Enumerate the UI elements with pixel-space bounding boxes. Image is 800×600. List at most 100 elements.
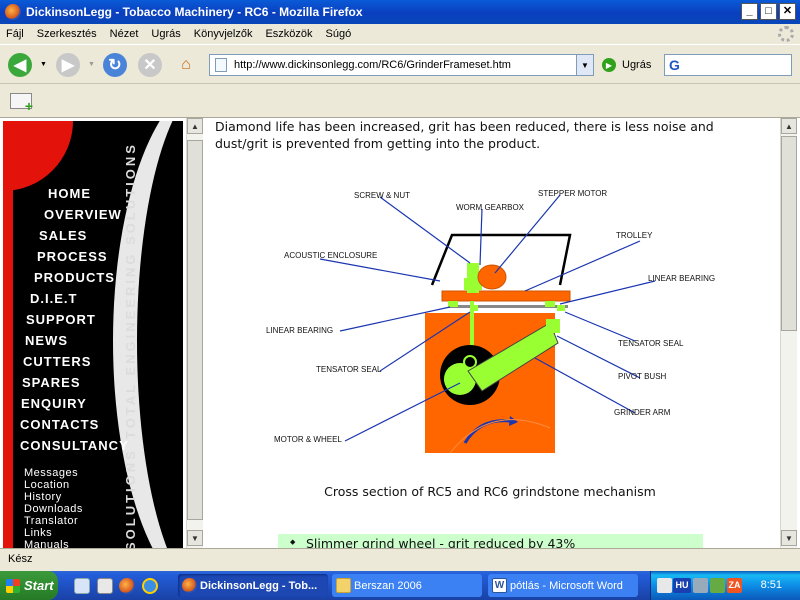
start-button[interactable]: Start (0, 571, 58, 600)
scroll-thumb[interactable] (187, 140, 203, 520)
show-desktop-icon[interactable] (74, 578, 90, 594)
page-icon (215, 58, 227, 72)
nav-downloads[interactable]: Downloads (24, 503, 83, 515)
bullet-item: Slimmer grind wheel - grit reduced by 43… (278, 534, 703, 548)
lang-label: HU (675, 580, 689, 590)
firefox-icon (5, 4, 21, 20)
menu-bookmarks[interactable]: Könyvjelzők (194, 28, 253, 40)
diagram-svg (319, 194, 656, 454)
nav-diet[interactable]: D.I.E.T (30, 288, 139, 309)
left-nav-frame: DL TOTAL ENGINEERING SOLUTIONS SOLUTIONS… (3, 121, 183, 548)
go-icon: ▶ (602, 58, 616, 72)
label-linear-bearing-right: LINEAR BEARING (648, 274, 716, 283)
label-grinder-arm: GRINDER ARM (614, 408, 671, 417)
left-frame-scrollbar[interactable]: ▲ ▼ (186, 118, 203, 548)
main-content-frame: Diamond life has been increased, grit ha… (205, 118, 780, 548)
back-button[interactable]: ◀ (8, 53, 32, 77)
address-bar[interactable]: http://www.dickinsonlegg.com/RC6/Grinder… (209, 54, 594, 76)
scroll-down-icon[interactable]: ▼ (187, 530, 203, 546)
nav-support[interactable]: SUPPORT (26, 309, 135, 330)
task-label: Berszan 2006 (354, 579, 422, 592)
menu-go[interactable]: Ugrás (151, 28, 180, 40)
window-title: DickinsonLegg - Tobacco Machinery - RC6 … (26, 5, 363, 19)
home-button[interactable]: ⌂ (174, 53, 198, 77)
language-indicator[interactable]: HU (673, 578, 691, 593)
url-dropdown-icon[interactable]: ▼ (576, 55, 593, 75)
forward-button[interactable]: ▶ (56, 53, 80, 77)
label-trolley: TROLLEY (616, 231, 653, 240)
label-acoustic-enclosure: ACOUSTIC ENCLOSURE (284, 251, 378, 260)
stop-button[interactable]: ✕ (138, 53, 162, 77)
search-input[interactable]: G (664, 54, 792, 76)
scroll-up-icon[interactable]: ▲ (187, 118, 203, 134)
nav-enquiry[interactable]: ENQUIRY (21, 393, 130, 414)
folder-icon (336, 578, 351, 593)
main-frame-scrollbar[interactable]: ▲ ▼ (780, 118, 797, 548)
nav-spares[interactable]: SPARES (22, 372, 131, 393)
title-bar: DickinsonLegg - Tobacco Machinery - RC6 … (0, 0, 800, 24)
go-button[interactable]: ▶ Ugrás (602, 58, 651, 72)
nav-messages[interactable]: Messages (24, 467, 83, 479)
home-icon: ⌂ (181, 56, 191, 73)
close-button[interactable]: ✕ (779, 3, 796, 20)
label-tensator-seal-right: TENSATOR SEAL (618, 339, 684, 348)
nav-manuals[interactable]: Manuals (24, 539, 83, 548)
start-label: Start (24, 578, 54, 593)
scroll-up-icon[interactable]: ▲ (781, 118, 797, 134)
task-berszan-folder[interactable]: Berszan 2006 (332, 574, 482, 597)
forward-dropdown-icon[interactable]: ▼ (88, 61, 95, 68)
intro-paragraph: Diamond life has been increased, grit ha… (215, 119, 714, 151)
nav-process[interactable]: PROCESS (37, 246, 146, 267)
sub-nav: Messages Location History Downloads Tran… (24, 467, 83, 548)
label-pivot-bush: PIVOT BUSH (618, 372, 667, 381)
label-worm-gearbox: WORM GEARBOX (456, 203, 525, 212)
arrow-left-icon: ◀ (13, 57, 27, 74)
nav-products[interactable]: PRODUCTS (34, 267, 143, 288)
nav-links[interactable]: Links (24, 527, 83, 539)
diagram-caption: Cross section of RC5 and RC6 grindstone … (324, 484, 656, 499)
back-dropdown-icon[interactable]: ▼ (40, 61, 47, 68)
maximize-button[interactable]: □ (760, 3, 777, 20)
tray-app-icon[interactable] (710, 578, 725, 593)
nav-news[interactable]: NEWS (25, 330, 134, 351)
quicklaunch-app-icon[interactable] (97, 578, 113, 594)
nav-history[interactable]: History (24, 491, 83, 503)
scroll-down-icon[interactable]: ▼ (781, 530, 797, 546)
google-icon: G (669, 57, 680, 73)
nav-home[interactable]: HOME (48, 183, 157, 204)
main-nav: HOME OVERVIEW SALES PROCESS PRODUCTS D.I… (3, 183, 128, 456)
nav-overview[interactable]: OVERVIEW (44, 204, 153, 225)
network-icon[interactable] (693, 578, 708, 593)
nav-cutters[interactable]: CUTTERS (23, 351, 132, 372)
menu-edit[interactable]: Szerkesztés (37, 28, 97, 40)
url-text[interactable]: http://www.dickinsonlegg.com/RC6/Grinder… (234, 59, 511, 71)
task-firefox[interactable]: DickinsonLegg - Tob... (178, 574, 328, 597)
reload-button[interactable]: ↻ (103, 53, 127, 77)
word-icon: W (492, 578, 507, 593)
label-tensator-seal-left: TENSATOR SEAL (316, 365, 382, 374)
menu-bar: Fájl Szerkesztés Nézet Ugrás Könyvjelzők… (0, 24, 800, 44)
ie-quicklaunch-icon[interactable] (142, 578, 158, 594)
menu-file[interactable]: Fájl (6, 28, 24, 40)
label-screw-nut: SCREW & NUT (354, 191, 410, 200)
throbber-icon (778, 26, 794, 42)
nav-contacts[interactable]: CONTACTS (20, 414, 129, 435)
task-label: DickinsonLegg - Tob... (200, 579, 318, 592)
nav-consultancy[interactable]: CONSULTANCY (20, 435, 129, 456)
navigation-toolbar: ◀ ▼ ▶ ▼ ↻ ✕ ⌂ http://www.dickinsonlegg.c… (0, 44, 800, 84)
nav-location[interactable]: Location (24, 479, 83, 491)
zonealarm-icon[interactable]: ZA (727, 578, 742, 593)
minimize-button[interactable]: _ (741, 3, 758, 20)
trolley-shape (441, 290, 571, 302)
menu-view[interactable]: Nézet (110, 28, 139, 40)
firefox-quicklaunch-icon[interactable] (119, 578, 135, 594)
new-bookmark-icon[interactable] (10, 93, 33, 114)
scroll-thumb[interactable] (781, 136, 797, 331)
menu-help[interactable]: Súgó (326, 28, 352, 40)
menu-tools[interactable]: Eszközök (265, 28, 312, 40)
nav-sales[interactable]: SALES (39, 225, 148, 246)
speaker-icon[interactable] (657, 578, 672, 593)
task-word[interactable]: W pótlás - Microsoft Word (488, 574, 638, 597)
nav-translator[interactable]: Translator (24, 515, 83, 527)
vertical-slogan-2: SOLUTIONS (123, 448, 138, 548)
